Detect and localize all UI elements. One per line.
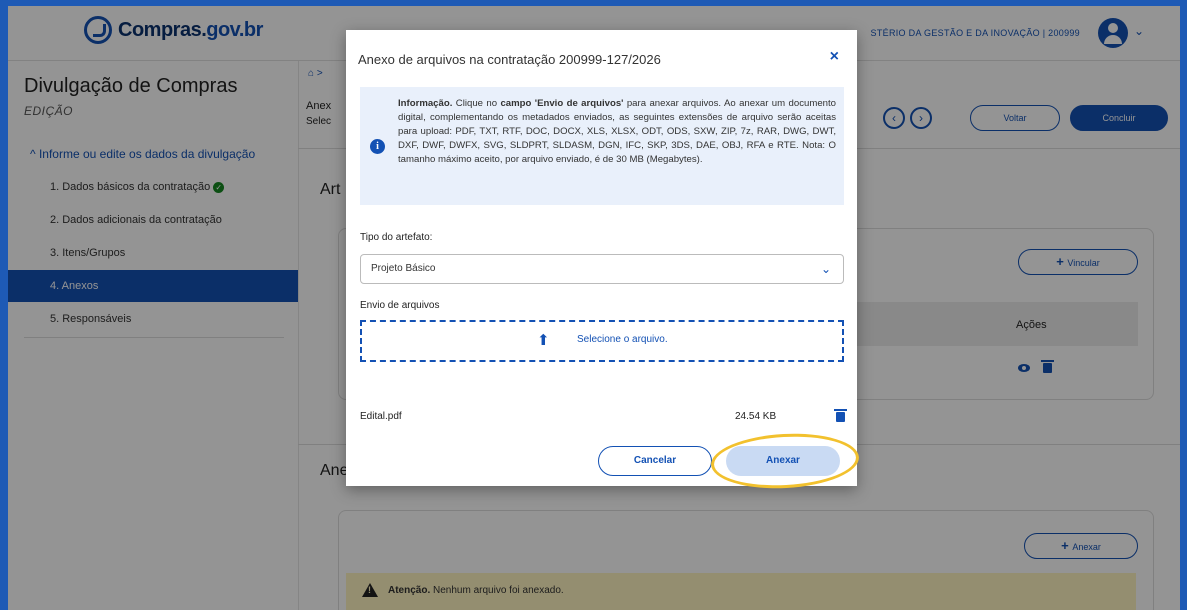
upload-icon: ⬆	[537, 332, 550, 349]
modal-title: Anexo de arquivos na contratação 200999-…	[358, 52, 661, 67]
envio-arquivos-label: Envio de arquivos	[360, 300, 440, 311]
tipo-artefato-select[interactable]: Projeto Básico ⌄	[360, 254, 844, 284]
file-name: Edital.pdf	[360, 411, 402, 422]
info-title: Informação.	[398, 98, 453, 109]
info-text: Informação. Clique no campo 'Envio de ar…	[398, 97, 836, 167]
file-dropzone[interactable]: ⬆ Selecione o arquivo.	[360, 320, 844, 362]
chevron-down-icon: ⌄	[820, 262, 831, 276]
info-pre: Clique no	[455, 98, 498, 109]
tipo-artefato-label: Tipo do artefato:	[360, 232, 433, 243]
cancel-button[interactable]: Cancelar	[598, 446, 712, 476]
info-alert: i Informação. Clique no campo 'Envio de …	[360, 87, 844, 205]
tipo-artefato-value: Projeto Básico	[371, 263, 436, 274]
app-frame: Compras.gov.br STÉRIO DA GESTÃO E DA INO…	[8, 6, 1180, 610]
close-icon[interactable]: ×	[830, 48, 839, 66]
info-icon: i	[370, 139, 385, 154]
attachment-modal: Anexo de arquivos na contratação 200999-…	[346, 30, 861, 492]
file-size: 24.54 KB	[735, 411, 777, 422]
info-field: campo 'Envio de arquivos'	[500, 98, 624, 109]
trash-icon[interactable]	[834, 409, 847, 422]
highlight-annotation	[709, 430, 861, 492]
dropzone-text: Selecione o arquivo.	[577, 334, 668, 345]
